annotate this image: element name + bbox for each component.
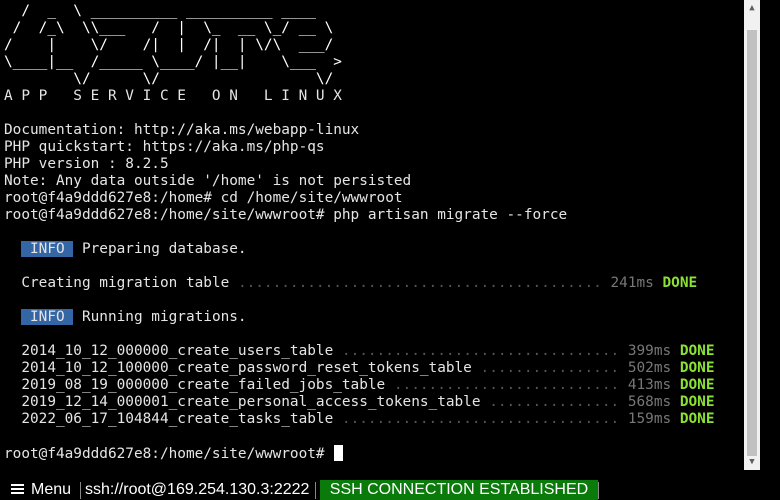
terminal-scrollbar[interactable]: ▲ ▼ — [744, 0, 760, 470]
migration-row: 2014_10_12_100000_create_password_reset_… — [4, 360, 714, 377]
scroll-up-arrow-icon[interactable]: ▲ — [744, 0, 760, 16]
migration-name: 2022_06_17_104844_create_tasks_table — [21, 411, 334, 427]
status-divider — [315, 482, 316, 499]
info-line: PHP quickstart: https://aka.ms/php-qs — [4, 139, 325, 155]
dot-leader: ............... — [489, 394, 620, 410]
info-line: Note: Any data outside '/home' is not pe… — [4, 173, 412, 189]
migration-time: 413ms — [627, 377, 672, 393]
migration-status: DONE — [679, 377, 715, 393]
info-badge: INFO — [21, 241, 74, 257]
scrollbar-thumb[interactable] — [747, 30, 757, 456]
migration-name: 2014_10_12_100000_create_password_reset_… — [21, 360, 472, 376]
migration-time: 159ms — [627, 411, 672, 427]
banner-line: \____|__ /_____ \____/ |__| \___ > — [4, 54, 342, 70]
menu-label: Menu — [31, 481, 72, 498]
banner-line: / _ \ __________ __________ ____ — [4, 3, 316, 19]
status-divider — [80, 482, 81, 499]
connection-status-badge: SSH CONNECTION ESTABLISHED — [320, 480, 598, 500]
info-line: PHP version : 8.2.5 — [4, 156, 169, 172]
prompt-line[interactable]: root@f4a9ddd627e8:/home/site/wwwroot# — [4, 445, 344, 462]
migration-status: DONE — [679, 411, 715, 427]
migration-status: DONE — [679, 360, 715, 376]
task-status: DONE — [662, 275, 698, 291]
dot-leader: ................................ — [341, 411, 620, 427]
hamburger-menu-icon — [11, 483, 24, 495]
log-line-preparing: INFO Preparing database. — [4, 241, 247, 258]
command-line: root@f4a9ddd627e8:/home/site/wwwroot# ph… — [4, 207, 568, 223]
info-badge: INFO — [21, 309, 74, 325]
status-divider — [598, 482, 599, 499]
log-message: Running migrations. — [81, 309, 247, 325]
banner-caption: A P P S E R V I C E O N L I N U X — [4, 88, 342, 104]
command-line: root@f4a9ddd627e8:/home# cd /home/site/w… — [4, 190, 403, 206]
migration-time: 399ms — [627, 343, 672, 359]
scroll-down-arrow-icon[interactable]: ▼ — [744, 454, 760, 470]
dot-leader: ........................................… — [237, 275, 602, 291]
terminal-output[interactable]: / _ \ __________ __________ ____ / /_\ \… — [0, 0, 744, 480]
migration-status: DONE — [679, 394, 715, 410]
migration-row: 2019_08_19_000000_create_failed_jobs_tab… — [4, 377, 714, 394]
shell-prompt: root@f4a9ddd627e8:/home/site/wwwroot# — [4, 446, 334, 462]
text-cursor — [334, 445, 344, 461]
migration-row: 2019_12_14_000001_create_personal_access… — [4, 394, 714, 411]
dot-leader: .......................... — [393, 377, 620, 393]
task-label: Creating migration table — [21, 275, 230, 291]
status-bar: Menu ssh://root@169.254.130.3:2222 SSH C… — [0, 480, 780, 500]
info-line: Documentation: http://aka.ms/webapp-linu… — [4, 122, 360, 138]
migration-name: 2014_10_12_000000_create_users_table — [21, 343, 334, 359]
migration-name: 2019_12_14_000001_create_personal_access… — [21, 394, 481, 410]
dot-leader: ................................ — [341, 343, 620, 359]
banner-line: / /_\ \\___ / | \_ __ \_/ __ \ — [4, 20, 334, 36]
migration-time: 502ms — [627, 360, 672, 376]
migration-name: 2019_08_19_000000_create_failed_jobs_tab… — [21, 377, 386, 393]
log-line-running: INFO Running migrations. — [4, 309, 247, 326]
migration-status: DONE — [679, 343, 715, 359]
banner-line: \/ \/ \/ — [4, 71, 334, 87]
log-message: Preparing database. — [81, 241, 247, 257]
dot-leader: ................ — [480, 360, 620, 376]
banner-line: / | \/ /| | /| | \/\ ___/ — [4, 37, 334, 53]
migration-row: 2022_06_17_104844_create_tasks_table ...… — [4, 411, 714, 428]
menu-button[interactable]: Menu — [11, 480, 71, 500]
task-time: 241ms — [610, 275, 654, 291]
migration-time: 568ms — [627, 394, 672, 410]
connection-url: ssh://root@169.254.130.3:2222 — [85, 481, 310, 498]
log-line-creating-table: Creating migration table ...............… — [4, 275, 697, 292]
migration-row: 2014_10_12_000000_create_users_table ...… — [4, 343, 714, 360]
